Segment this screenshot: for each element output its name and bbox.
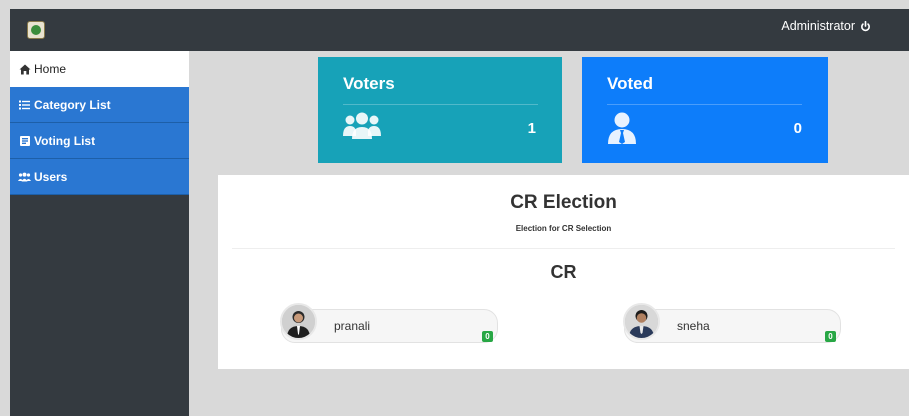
sidebar-item-label: Users <box>34 169 68 184</box>
user-menu[interactable]: Administrator <box>781 19 871 33</box>
election-subtitle: Election for CR Selection <box>515 224 612 233</box>
user-tie-icon <box>608 112 636 144</box>
sidebar-item-label: Category List <box>34 97 111 112</box>
ballot-icon <box>18 135 31 147</box>
sidebar-item-home[interactable]: Home <box>10 51 189 87</box>
panel-divider <box>232 248 895 249</box>
candidate-avatar <box>623 303 660 340</box>
sidebar-item-category-list[interactable]: Category List <box>10 87 189 123</box>
voters-count: 1 <box>527 120 536 137</box>
candidate-name: pranali <box>334 319 371 333</box>
sidebar: Home Category List Voting List Users <box>10 51 189 416</box>
vote-count-badge: 0 <box>825 331 836 342</box>
user-label: Administrator <box>781 19 855 33</box>
sidebar-item-voting-list[interactable]: Voting List <box>10 123 189 159</box>
sidebar-item-label: Home <box>34 62 67 76</box>
candidate-avatar <box>280 303 317 340</box>
card-divider <box>343 104 538 105</box>
sidebar-item-users[interactable]: Users <box>10 159 189 195</box>
card-divider <box>607 104 802 105</box>
top-navbar: Administrator <box>10 9 909 51</box>
candidate-card[interactable]: pranali 0 <box>280 303 498 343</box>
card-title: Voters <box>343 74 395 93</box>
election-panel: CR Election Election for CR Selection CR… <box>218 175 909 369</box>
power-icon[interactable] <box>860 20 871 32</box>
logo-icon[interactable] <box>27 21 45 39</box>
list-icon <box>18 99 31 111</box>
sidebar-item-label: Voting List <box>34 133 96 148</box>
voted-card[interactable]: Voted 0 <box>582 57 828 163</box>
candidate-name: sneha <box>677 319 710 333</box>
vote-count-badge: 0 <box>482 331 493 342</box>
users-icon <box>343 112 381 139</box>
voted-count: 0 <box>793 120 802 137</box>
voters-card[interactable]: Voters 1 <box>318 57 562 163</box>
home-icon <box>18 63 31 75</box>
election-title: CR Election <box>510 192 617 213</box>
users-icon <box>18 171 31 183</box>
candidate-card[interactable]: sneha 0 <box>623 303 841 343</box>
position-title: CR <box>550 262 577 282</box>
card-title: Voted <box>607 74 653 93</box>
